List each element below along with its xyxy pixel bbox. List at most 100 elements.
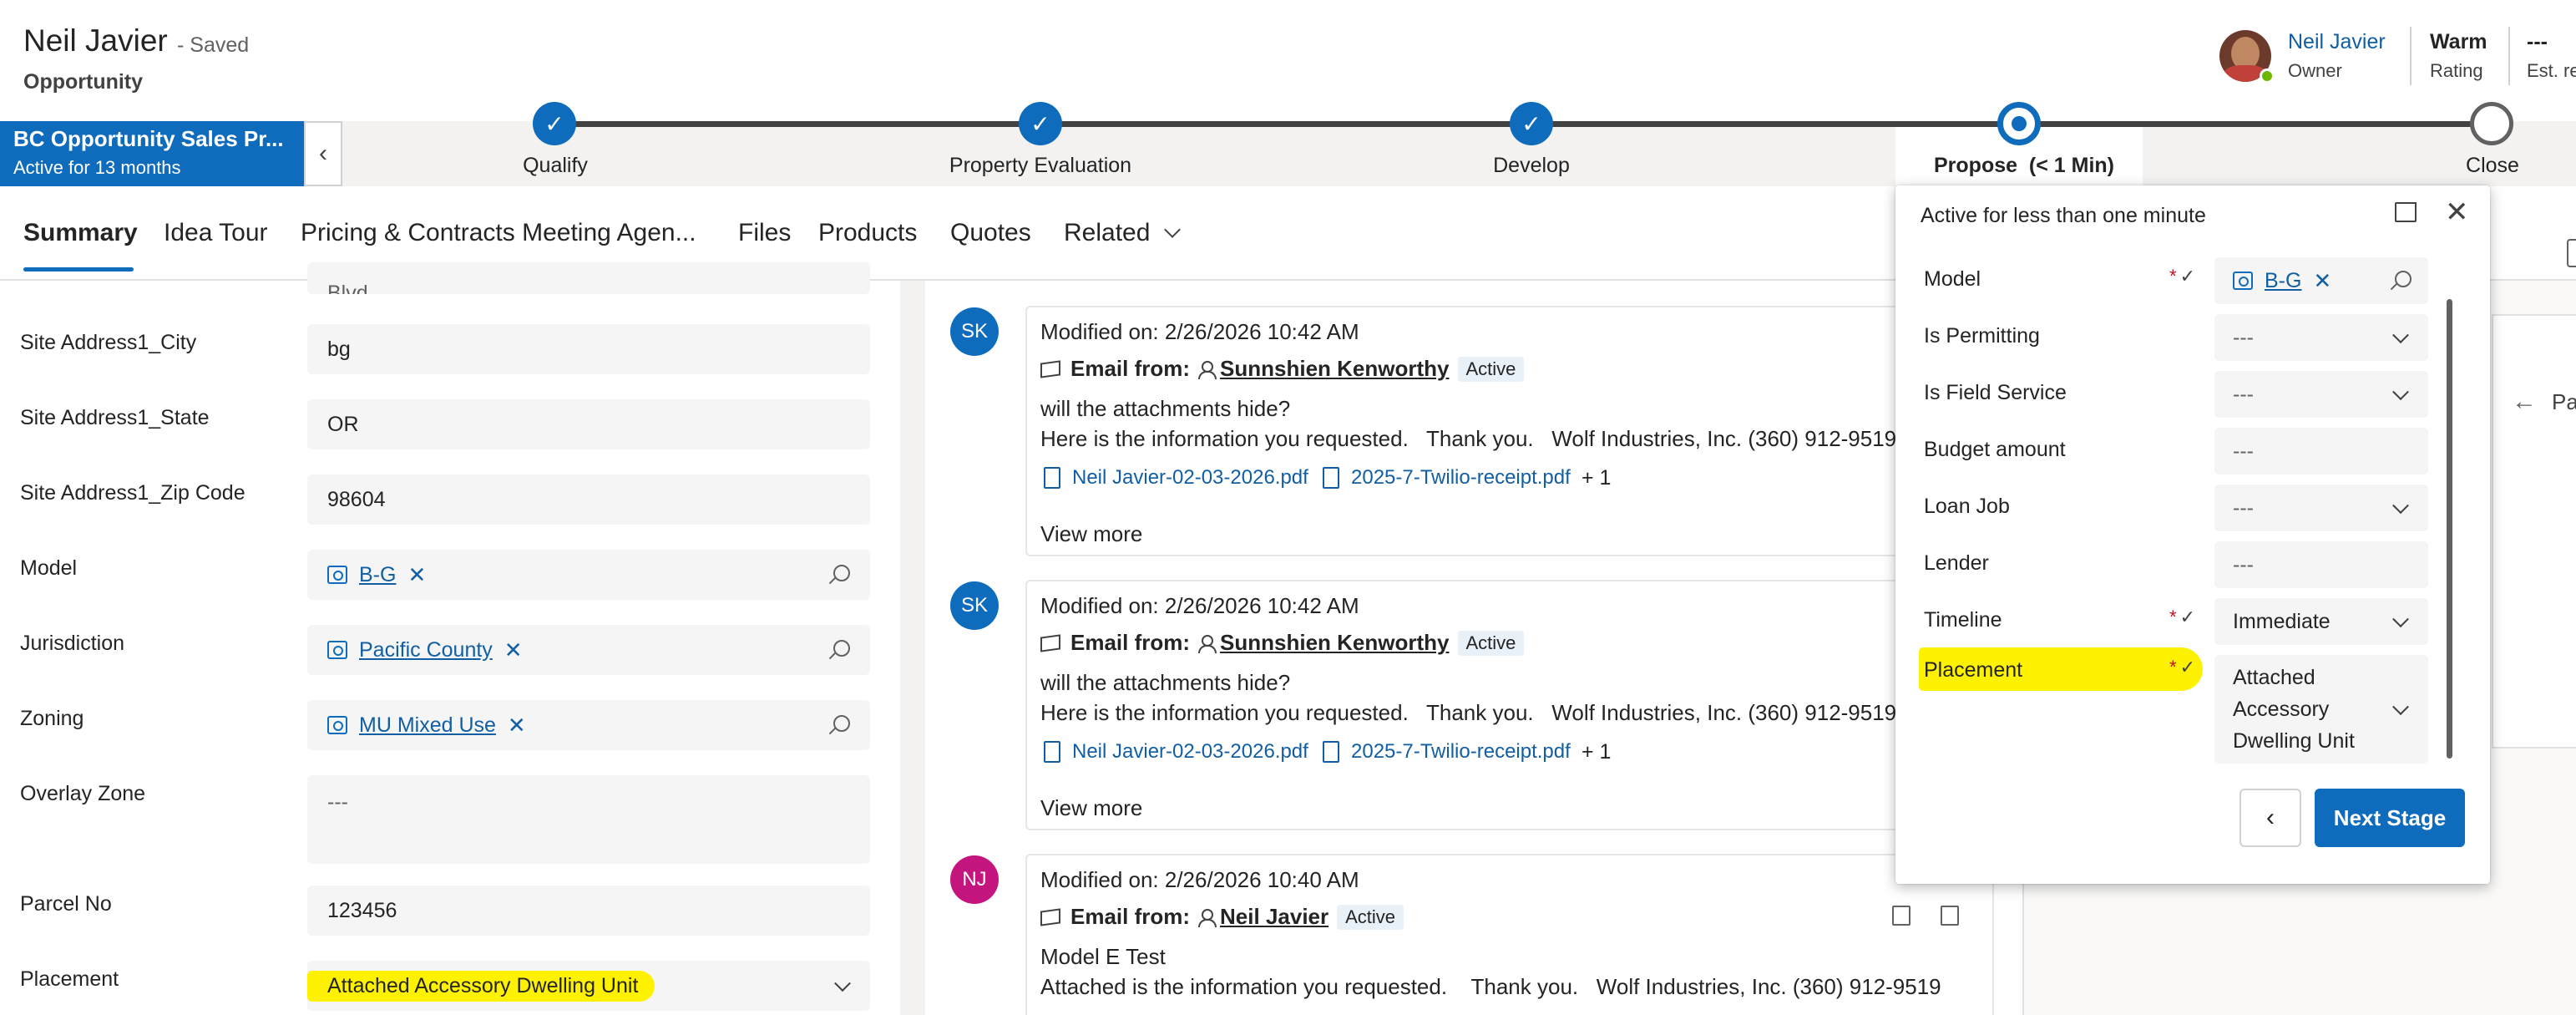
view-more-link[interactable]: View more bbox=[1040, 521, 1142, 547]
street-field[interactable]: Blvd bbox=[307, 262, 870, 294]
parcel-field[interactable]: 123456 bbox=[307, 886, 870, 936]
tab-pricing-contracts[interactable]: Pricing & Contracts Meeting Agen... bbox=[301, 219, 696, 247]
stage-develop[interactable]: Develop bbox=[1493, 154, 1570, 178]
stage-propose[interactable]: Propose (< 1 Min) bbox=[1934, 154, 2114, 178]
placement-dropdown[interactable]: Attached Accessory Dwelling Unit bbox=[307, 961, 870, 1011]
stage-close-icon[interactable] bbox=[2470, 102, 2513, 145]
attachment-link[interactable]: Neil Javier-02-03-2026.pdf bbox=[1044, 740, 1308, 764]
tab-quotes[interactable]: Quotes bbox=[950, 219, 1031, 247]
save-status: - Saved bbox=[177, 33, 250, 57]
tab-files[interactable]: Files bbox=[738, 219, 791, 247]
is-field-service-dropdown[interactable]: --- bbox=[2214, 371, 2428, 418]
open-record-icon[interactable] bbox=[1892, 906, 1910, 926]
zip-field[interactable]: 98604 bbox=[307, 475, 870, 525]
city-field[interactable]: bg bbox=[307, 324, 870, 374]
view-more-link[interactable]: View more bbox=[1040, 795, 1142, 821]
required-indicator: * ✓ bbox=[2169, 657, 2195, 678]
arrow-left-icon[interactable]: ← bbox=[2512, 388, 2537, 416]
owner-name-link[interactable]: Neil Javier bbox=[2288, 30, 2386, 54]
record-icon bbox=[327, 641, 347, 659]
remove-icon[interactable]: ✕ bbox=[407, 562, 426, 588]
collapse-process-button[interactable]: ‹ bbox=[304, 121, 342, 186]
stage-propose-active-icon[interactable] bbox=[1997, 102, 2041, 145]
timeline-dropdown[interactable]: Immediate bbox=[2214, 598, 2428, 645]
search-icon[interactable] bbox=[833, 715, 850, 732]
check-icon: ✓ bbox=[2179, 606, 2195, 627]
tab-summary[interactable]: Summary bbox=[23, 219, 138, 247]
sender-link[interactable]: Neil Javier bbox=[1220, 904, 1328, 930]
loan-job-dropdown[interactable]: --- bbox=[2214, 485, 2428, 531]
timeline-item[interactable]: Modified on: 2/26/2026 10:42 AM Email fr… bbox=[1025, 306, 1994, 556]
panel-toggle-icon[interactable] bbox=[2567, 239, 2576, 267]
pop-out-icon[interactable] bbox=[2395, 202, 2417, 222]
chevron-down-icon bbox=[2392, 611, 2409, 628]
sender-link[interactable]: Sunnshien Kenworthy bbox=[1220, 356, 1449, 382]
required-mark: * bbox=[2169, 657, 2177, 678]
header-divider bbox=[2410, 27, 2412, 85]
more-attachments[interactable]: + 1 bbox=[1582, 740, 1611, 764]
overlay-zone-field[interactable]: --- bbox=[307, 775, 870, 864]
more-attachments[interactable]: + 1 bbox=[1582, 466, 1611, 490]
budget-amount-field[interactable]: --- bbox=[2214, 428, 2428, 475]
zoning-lookup[interactable]: MU Mixed Use ✕ bbox=[307, 700, 870, 750]
state-field[interactable]: OR bbox=[307, 399, 870, 449]
stage-develop-check-icon[interactable]: ✓ bbox=[1510, 102, 1553, 145]
model-lookup[interactable]: B-G ✕ bbox=[307, 550, 870, 600]
zoning-link[interactable]: MU Mixed Use bbox=[359, 713, 496, 738]
email-from-label: Email from: bbox=[1070, 904, 1191, 929]
stage-close[interactable]: Close bbox=[2466, 154, 2519, 178]
placement-dropdown[interactable]: Attached Accessory Dwelling Unit bbox=[2214, 655, 2428, 764]
stage-property-evaluation[interactable]: Property Evaluation bbox=[949, 154, 1131, 178]
stage-qualify-check-icon[interactable]: ✓ bbox=[533, 102, 576, 145]
is-permitting-dropdown[interactable]: --- bbox=[2214, 314, 2428, 361]
sender-link[interactable]: Sunnshien Kenworthy bbox=[1220, 630, 1449, 656]
scrollbar[interactable] bbox=[2447, 299, 2452, 759]
remove-icon[interactable]: ✕ bbox=[508, 713, 526, 738]
next-stage-button[interactable]: Next Stage bbox=[2315, 789, 2465, 847]
attachment-link[interactable]: 2025-7-Twilio-receipt.pdf bbox=[1323, 466, 1571, 490]
pdf-icon bbox=[1044, 741, 1060, 763]
tab-related[interactable]: Related bbox=[1064, 219, 1182, 247]
modified-on: Modified on: 2/26/2026 10:40 AM bbox=[1040, 867, 1359, 892]
record-icon bbox=[327, 716, 347, 734]
chevron-down-icon bbox=[1164, 221, 1182, 238]
remove-icon[interactable]: ✕ bbox=[2313, 268, 2331, 294]
attachment-link[interactable]: 2025-7-Twilio-receipt.pdf bbox=[1323, 740, 1571, 764]
jurisdiction-lookup[interactable]: Pacific County ✕ bbox=[307, 625, 870, 675]
required-mark: * bbox=[2169, 606, 2177, 627]
attachment-link[interactable]: Neil Javier-02-03-2026.pdf bbox=[1044, 466, 1308, 490]
tab-products[interactable]: Products bbox=[818, 219, 917, 247]
remove-icon[interactable]: ✕ bbox=[504, 637, 523, 663]
flyout-field-label: Timeline bbox=[1924, 608, 2002, 632]
est-revenue-label: Est. re bbox=[2527, 60, 2576, 81]
pdf-icon bbox=[1323, 741, 1339, 763]
stage-qualify[interactable]: Qualify bbox=[523, 154, 588, 178]
timeline-item[interactable]: Modified on: 2/26/2026 10:40 AM Email fr… bbox=[1025, 854, 1994, 1015]
email-icon bbox=[1040, 359, 1060, 378]
previous-stage-button[interactable]: ‹ bbox=[2239, 789, 2301, 847]
pdf-icon bbox=[1044, 467, 1060, 489]
dropdown-value: --- bbox=[2233, 382, 2254, 406]
process-bar bbox=[0, 121, 2576, 186]
model-link[interactable]: B-G bbox=[2265, 269, 2301, 293]
email-icon bbox=[1040, 907, 1060, 926]
check-icon: ✓ bbox=[2179, 657, 2195, 678]
dropdown-value: --- bbox=[2233, 325, 2254, 349]
search-icon[interactable] bbox=[833, 565, 850, 581]
email-body: Here is the information you requested. T… bbox=[1040, 700, 1897, 725]
placement-value-line: Attached bbox=[2233, 666, 2315, 689]
chevron-down-icon bbox=[2392, 497, 2409, 515]
stage-property-evaluation-check-icon[interactable]: ✓ bbox=[1019, 102, 1062, 145]
flyout-model-lookup[interactable]: B-G ✕ bbox=[2214, 257, 2428, 304]
process-name-button[interactable]: BC Opportunity Sales Pr... Active for 13… bbox=[0, 121, 304, 186]
jurisdiction-link[interactable]: Pacific County bbox=[359, 638, 493, 662]
timeline-item[interactable]: Modified on: 2/26/2026 10:42 AM Email fr… bbox=[1025, 580, 1994, 830]
tab-idea-tour[interactable]: Idea Tour bbox=[164, 219, 268, 247]
close-icon[interactable]: ✕ bbox=[2445, 195, 2469, 229]
lender-field[interactable]: --- bbox=[2214, 541, 2428, 588]
search-icon[interactable] bbox=[833, 640, 850, 657]
column-gutter bbox=[900, 281, 925, 1015]
search-icon[interactable] bbox=[2395, 271, 2412, 287]
model-link[interactable]: B-G bbox=[359, 563, 396, 587]
delete-icon[interactable] bbox=[1941, 906, 1959, 926]
